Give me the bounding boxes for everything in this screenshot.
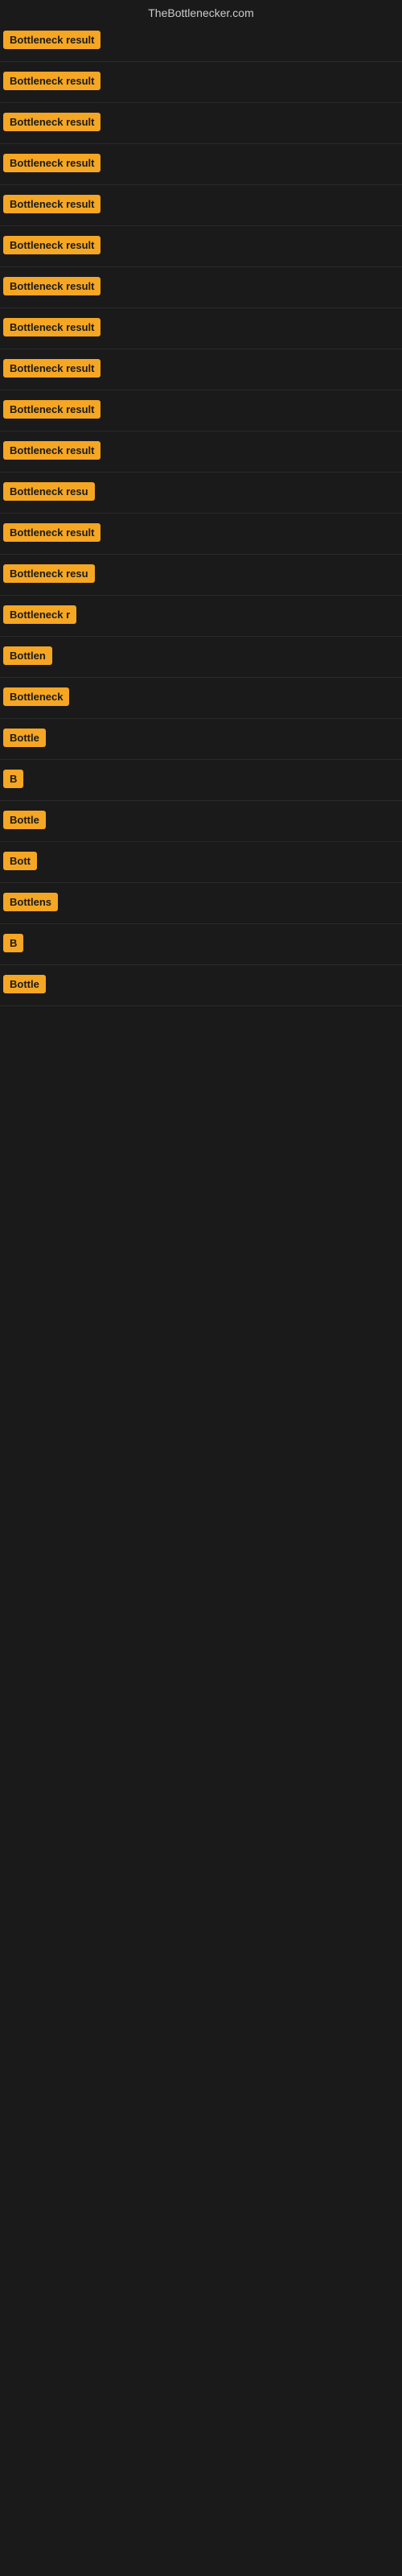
bottleneck-result-badge[interactable]: Bottleneck resu <box>3 564 95 583</box>
list-item: Bottleneck result <box>0 146 402 185</box>
bottleneck-result-badge[interactable]: Bottleneck result <box>3 154 100 172</box>
bottleneck-result-badge[interactable]: Bottle <box>3 811 46 829</box>
bottleneck-result-badge[interactable]: Bottlens <box>3 893 58 911</box>
list-item: Bottleneck r <box>0 597 402 637</box>
list-item: Bottleneck resu <box>0 556 402 596</box>
list-item: Bottleneck result <box>0 310 402 349</box>
bottleneck-result-badge[interactable]: Bottleneck result <box>3 359 100 378</box>
list-item: Bottleneck result <box>0 515 402 555</box>
bottleneck-result-badge[interactable]: Bott <box>3 852 37 870</box>
bottleneck-result-badge[interactable]: Bottleneck result <box>3 441 100 460</box>
list-item: Bottleneck result <box>0 228 402 267</box>
bottleneck-result-badge[interactable]: B <box>3 770 23 788</box>
list-item: B <box>0 762 402 801</box>
bottleneck-result-badge[interactable]: Bottleneck result <box>3 400 100 419</box>
list-item: Bottle <box>0 967 402 1006</box>
list-item: Bottlens <box>0 885 402 924</box>
list-item: Bott <box>0 844 402 883</box>
list-item: Bottleneck result <box>0 269 402 308</box>
bottleneck-result-badge[interactable]: B <box>3 934 23 952</box>
list-item: Bottleneck result <box>0 23 402 62</box>
list-item: Bottlen <box>0 638 402 678</box>
list-item: Bottleneck result <box>0 187 402 226</box>
bottleneck-result-badge[interactable]: Bottleneck result <box>3 31 100 49</box>
list-item: Bottleneck result <box>0 392 402 431</box>
list-item: Bottleneck result <box>0 105 402 144</box>
list-item: Bottleneck result <box>0 433 402 473</box>
list-item: Bottleneck result <box>0 351 402 390</box>
list-item: Bottleneck <box>0 679 402 719</box>
bottleneck-result-badge[interactable]: Bottleneck resu <box>3 482 95 501</box>
bottleneck-result-badge[interactable]: Bottleneck <box>3 687 69 706</box>
bottleneck-result-badge[interactable]: Bottleneck result <box>3 318 100 336</box>
list-item: Bottleneck resu <box>0 474 402 514</box>
bottleneck-result-badge[interactable]: Bottleneck result <box>3 277 100 295</box>
bottleneck-result-badge[interactable]: Bottlen <box>3 646 52 665</box>
bottleneck-result-badge[interactable]: Bottleneck result <box>3 113 100 131</box>
bottleneck-result-badge[interactable]: Bottleneck result <box>3 195 100 213</box>
site-title: TheBottlenecker.com <box>0 0 402 23</box>
bottleneck-result-badge[interactable]: Bottle <box>3 729 46 747</box>
list-item: Bottle <box>0 720 402 760</box>
list-item: B <box>0 926 402 965</box>
bottleneck-result-badge[interactable]: Bottleneck r <box>3 605 76 624</box>
bottleneck-result-badge[interactable]: Bottleneck result <box>3 72 100 90</box>
list-item: Bottleneck result <box>0 64 402 103</box>
bottleneck-result-badge[interactable]: Bottleneck result <box>3 236 100 254</box>
bottleneck-result-badge[interactable]: Bottle <box>3 975 46 993</box>
list-item: Bottle <box>0 803 402 842</box>
bottleneck-result-badge[interactable]: Bottleneck result <box>3 523 100 542</box>
